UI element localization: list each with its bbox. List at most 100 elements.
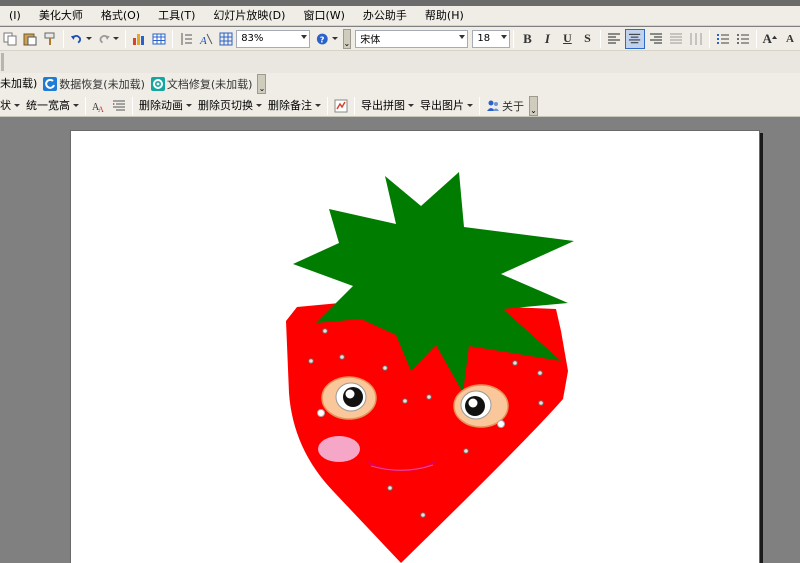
seed — [339, 354, 345, 360]
seed — [463, 448, 469, 454]
bulleted-list-icon — [736, 33, 749, 44]
font-format-icon: AA — [92, 102, 104, 113]
menu-item-window[interactable]: 窗口(W) — [294, 6, 353, 26]
redo-button[interactable] — [96, 29, 122, 49]
chevron-down-icon — [85, 37, 92, 40]
unify-size-menu[interactable]: 统一宽高 — [23, 96, 82, 116]
toolbar-separator — [354, 96, 355, 115]
menu-bar: (I) 美化大师 格式(O) 工具(T) 幻灯片放映(D) 窗口(W) 办公助手… — [0, 6, 800, 26]
about-button[interactable]: 关于 — [484, 96, 526, 116]
insert-table-button[interactable] — [150, 29, 168, 49]
font-format-button[interactable]: AA — [90, 96, 108, 116]
increase-font-label: A — [762, 30, 772, 46]
paragraph-icon — [113, 100, 125, 110]
left-eye[interactable] — [321, 376, 377, 420]
show-formatting-button[interactable]: A — [197, 29, 215, 49]
format-painter-button[interactable] — [41, 29, 59, 49]
show-formatting-icon: A — [199, 33, 213, 46]
align-center-icon — [629, 33, 641, 43]
font-size-select[interactable]: 18 — [472, 29, 511, 48]
empty-toolbar-row — [0, 51, 800, 73]
undo-button[interactable] — [68, 29, 94, 49]
doc-repair-label: 文档修复(未加载) — [166, 78, 253, 91]
export-collage-menu[interactable]: 导出拼图 — [358, 96, 417, 116]
decrease-font-button[interactable]: A — [781, 29, 799, 49]
toolbar-separator — [172, 29, 174, 48]
font-name-value: 宋体 — [360, 35, 381, 46]
redo-icon — [99, 34, 110, 43]
shadow-button[interactable]: S — [578, 29, 596, 49]
export-images-menu[interactable]: 导出图片 — [417, 96, 476, 116]
data-recovery-label: 数据恢复(未加载) — [59, 78, 145, 91]
menu-item-office-assistant[interactable]: 办公助手 — [354, 6, 416, 26]
plugin-toolbar-options-grip[interactable]: ⌄ — [257, 74, 267, 94]
toolbar-separator — [85, 96, 86, 115]
align-right-button[interactable] — [647, 29, 665, 49]
menu-item-slideshow[interactable]: 幻灯片放映(D) — [204, 6, 294, 26]
menu-item-tools[interactable]: 工具(T) — [149, 6, 204, 26]
toolbar-options-grip[interactable]: ⌄ — [342, 28, 352, 49]
toolbar-handle[interactable] — [1, 53, 4, 71]
chevron-down-icon — [501, 34, 508, 39]
copy-button[interactable] — [1, 29, 19, 49]
font-name-select[interactable]: 宋体 — [355, 29, 469, 48]
chevron-down-icon — [113, 37, 120, 40]
numbering-button[interactable] — [714, 29, 732, 49]
expand-icon — [181, 32, 193, 45]
insert-chart-button[interactable] — [130, 29, 148, 49]
brush-icon — [44, 32, 55, 45]
justify-button[interactable] — [667, 29, 685, 49]
about-label: 关于 — [502, 99, 524, 113]
font-size-value: 18 — [477, 33, 491, 44]
paste-icon — [23, 33, 37, 45]
menu-item-format[interactable]: 格式(O) — [92, 6, 149, 26]
plugin-unloaded-partial[interactable]: 未加载) — [0, 74, 40, 94]
seed — [387, 485, 393, 491]
strawberry-drawing — [286, 172, 574, 563]
chevron-down-icon — [315, 104, 321, 107]
zoom-value: 83% — [241, 33, 264, 44]
zoom-select[interactable]: 83% — [236, 29, 310, 48]
bullets-button[interactable] — [734, 29, 752, 49]
align-left-button[interactable] — [605, 29, 623, 49]
seed — [426, 394, 432, 400]
right-eye-highlight — [497, 420, 505, 428]
italic-button[interactable]: I — [538, 29, 556, 49]
menu-item-help[interactable]: 帮助(H) — [416, 6, 473, 26]
justify-icon — [669, 33, 682, 43]
help-button[interactable]: ? — [314, 29, 340, 49]
data-recovery-button[interactable]: 数据恢复(未加载) — [41, 74, 147, 94]
doc-repair-icon — [150, 77, 165, 91]
delete-transition-menu[interactable]: 删除页切换 — [195, 96, 265, 116]
cheek-blush[interactable] — [318, 436, 360, 462]
toolbar-separator — [327, 96, 328, 115]
seed — [420, 512, 426, 518]
increase-font-button[interactable]: A — [761, 29, 779, 49]
shape-menu-partial[interactable]: 状 — [0, 96, 23, 116]
decrease-font-label: A — [786, 32, 794, 45]
distribute-icon — [690, 32, 702, 45]
slide-tool-button[interactable] — [332, 96, 350, 116]
slide-canvas[interactable] — [70, 130, 760, 563]
bold-button[interactable]: B — [518, 29, 536, 49]
slide-workspace[interactable] — [0, 118, 800, 563]
seed — [537, 370, 543, 376]
delete-animation-menu[interactable]: 删除动画 — [136, 96, 195, 116]
beautify-toolbar-options-grip[interactable]: ⌄ — [529, 95, 538, 116]
toolbar-separator — [132, 96, 133, 115]
doc-repair-button[interactable]: 文档修复(未加载) — [149, 74, 255, 94]
paragraph-format-button[interactable] — [110, 96, 128, 116]
paste-button[interactable] — [21, 29, 39, 49]
expand-collapse-button[interactable] — [177, 29, 195, 49]
align-center-button[interactable] — [625, 28, 645, 49]
chevron-down-icon — [467, 104, 473, 107]
menu-item-insert-partial[interactable]: (I) — [0, 6, 30, 26]
menu-item-beautify[interactable]: 美化大师 — [30, 6, 92, 26]
show-grid-button[interactable] — [217, 29, 235, 49]
underline-button[interactable]: U — [558, 29, 576, 49]
delete-notes-menu[interactable]: 删除备注 — [265, 96, 324, 116]
seed — [382, 365, 388, 371]
distribute-button[interactable] — [687, 29, 705, 49]
beautify-master-toolbar: 状 统一宽高 AA 删除动画 删除页切换 删除备注 导出拼图 导出图片 关于 ⌄ — [0, 95, 800, 117]
seed — [308, 358, 314, 364]
